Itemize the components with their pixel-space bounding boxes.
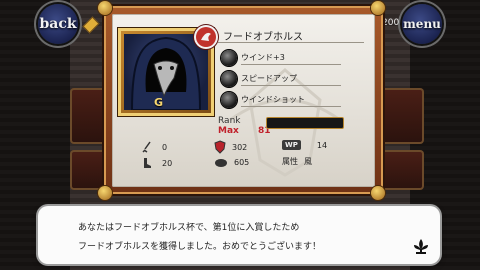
back-label: back (39, 16, 77, 32)
attack-value: 0 (162, 142, 168, 152)
hp-value: 605 (234, 157, 250, 167)
stat-speed: 20 (142, 157, 172, 169)
item-name: フードオブホルス (223, 32, 303, 43)
max-label: Max (218, 126, 239, 136)
title-divider (218, 42, 364, 43)
speed-value: 20 (162, 158, 173, 168)
skill-slot-3: ウインドショット (221, 92, 341, 108)
skill-orb-icon (221, 50, 237, 66)
menu-button[interactable]: menu (402, 4, 442, 44)
skill-label: ウインド+3 (241, 52, 341, 65)
stat-wp: WP 14 (282, 140, 327, 150)
dialog-line-2: フードオブホルスを獲得しました。おめでとうございます！ (78, 242, 322, 252)
corner-ornament (98, 1, 112, 15)
corner-ornament (371, 1, 385, 15)
stat-hp: 605 (214, 156, 249, 168)
stat-attribute: 属性 風 (282, 156, 312, 167)
skill-slot-1: ウインド+3 (221, 50, 341, 66)
defense-value: 302 (232, 142, 248, 152)
stat-defense: 302 (214, 140, 247, 154)
skill-orb-icon (221, 71, 237, 87)
stat-attack: 0 (142, 141, 167, 153)
fleur-de-lis-icon[interactable] (413, 239, 429, 255)
boot-icon (144, 158, 151, 168)
menu-prefix-text: 200 (382, 18, 400, 28)
skill-orb-icon (221, 92, 237, 108)
menu-label: menu (403, 17, 441, 31)
dialog-line-1: あなたはフードオブホルス杯で、第1位に入賞したため (78, 223, 300, 233)
sword-icon (142, 141, 151, 153)
rank-label: Rank (218, 116, 241, 126)
wp-icon: WP (282, 140, 301, 150)
corner-ornament (98, 186, 112, 200)
skill-label: ウインドショット (241, 94, 341, 107)
corner-ornament (371, 186, 385, 200)
shield-icon (214, 140, 226, 154)
item-type-badge-icon (196, 27, 216, 47)
portrait-badge: G (154, 96, 164, 109)
attribute-label: 属性 (282, 157, 298, 166)
hp-pot-icon (215, 159, 227, 167)
skill-label: スピードアップ (241, 73, 341, 86)
wp-value: 14 (316, 140, 328, 150)
message-dialog[interactable]: あなたはフードオブホルス杯で、第1位に入賞したため フードオブホルスを獲得しまし… (38, 206, 440, 264)
attribute-value: 風 (304, 157, 312, 166)
rank-bar (266, 117, 344, 129)
skill-slot-2: スピードアップ (221, 71, 341, 87)
back-button[interactable]: back (38, 4, 78, 44)
